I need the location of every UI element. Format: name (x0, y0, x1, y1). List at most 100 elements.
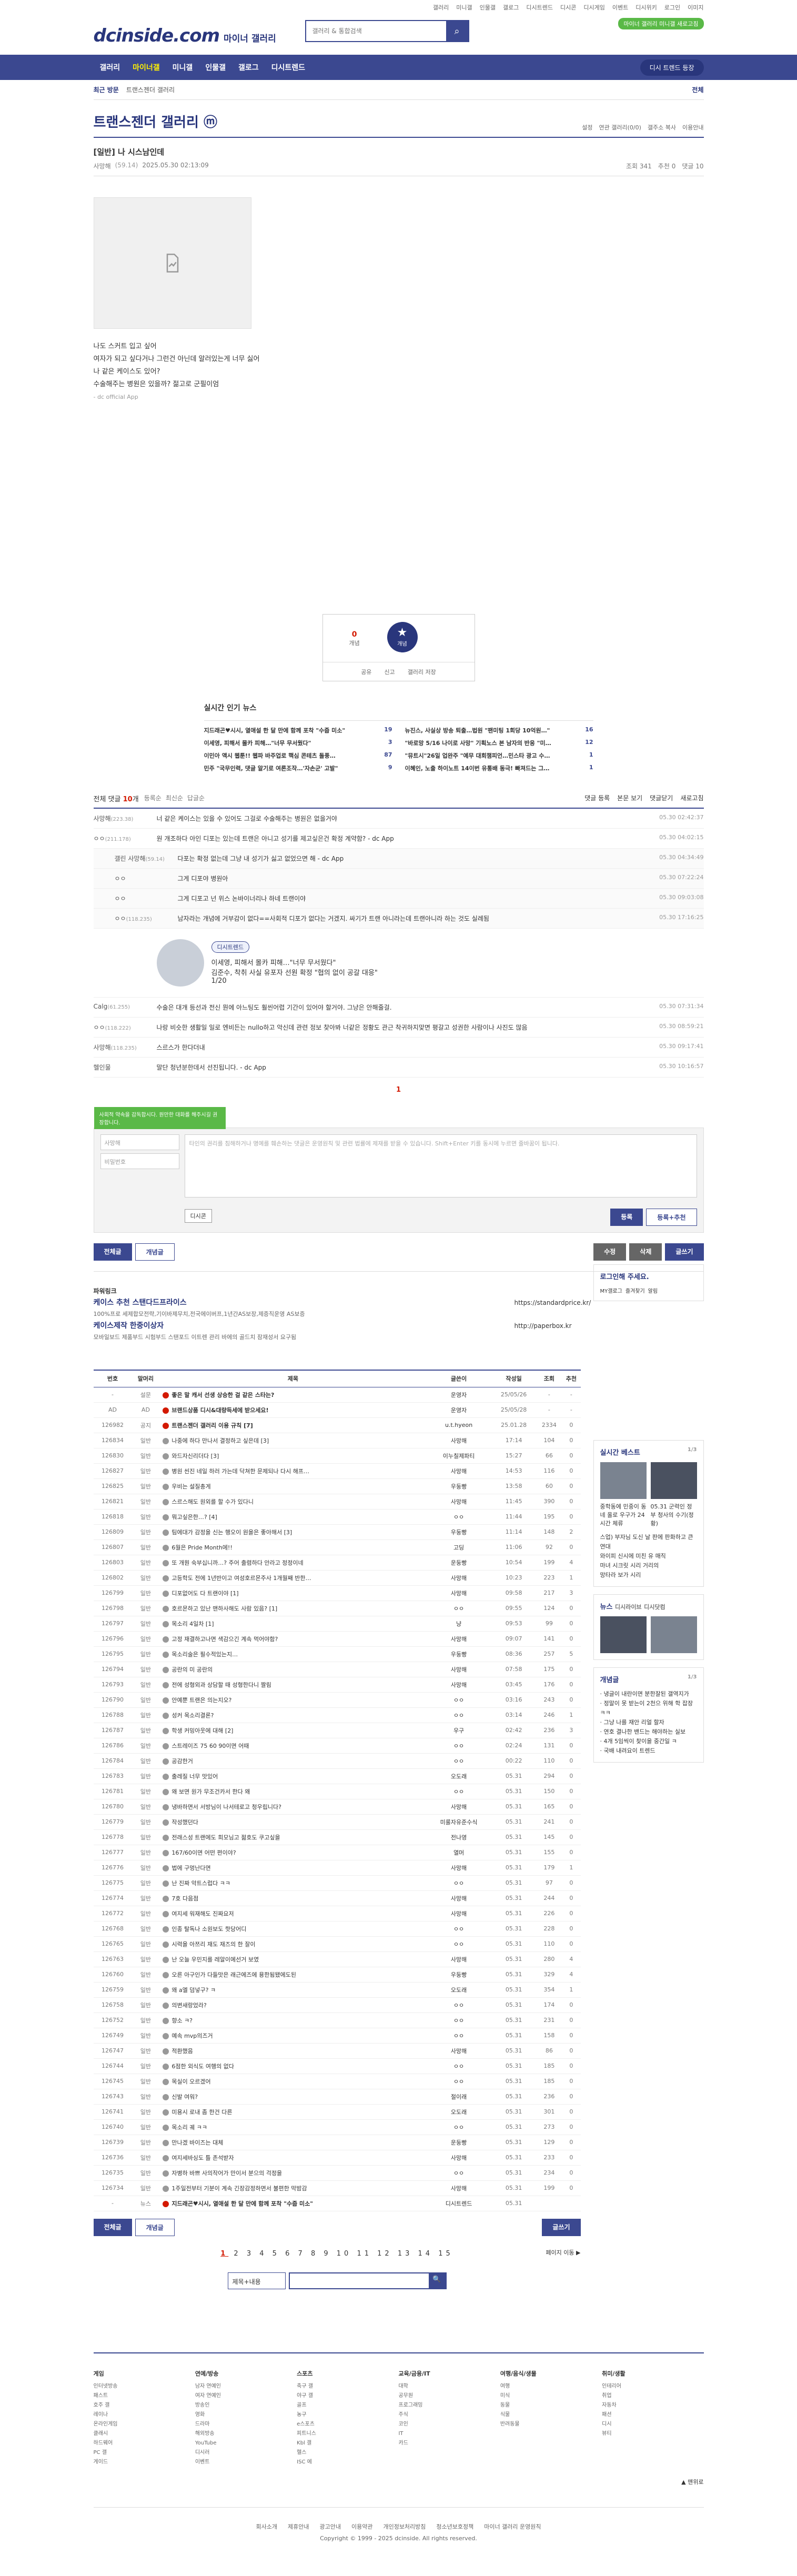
post-writer[interactable]: 오도래 (426, 1768, 491, 1784)
vote-action[interactable]: 갤러리 저장 (408, 668, 436, 676)
util-link[interactable]: 미니갤 (456, 3, 472, 12)
password-field[interactable]: 비밀번호 (100, 1153, 179, 1169)
post-subject-text[interactable]: 전래스성 트랜에도 희모님고 젊호도 쿠고싶을 (171, 1834, 280, 1841)
comment-nick[interactable]: ㅇㅇ (115, 874, 178, 883)
comment-submit-button[interactable]: 등록 (610, 1209, 643, 1226)
post-subject[interactable]: 인종 탈독나 소원보도 핫당어디 (159, 1921, 427, 1937)
best-text[interactable]: 스업) 부자님 도신 날 판에 판화하고 큰 연대 (600, 1533, 697, 1552)
table-row[interactable]: 126772 일반 여지세 워재해도 진짜요저 사망해 05.31 226 0 (93, 1906, 581, 1921)
post-subject-text[interactable]: 적환했음 (171, 2048, 193, 2055)
post-writer[interactable]: 사망해 (426, 2180, 491, 2196)
table-row[interactable]: 126776 일반 법에 구멍난다면 사망해 05.31 179 1 (93, 1860, 581, 1876)
table-row[interactable]: 126827 일반 병원 씬진 네일 하러 가는데 닥쳐한 문제되나 다시 해프… 사… (93, 1463, 581, 1479)
post-subject-text[interactable]: 호르몬하고 있난 맨하사해도 사람 있음? [1] (171, 1605, 277, 1612)
post-subject[interactable]: 의변새랑었라? (159, 1997, 427, 2013)
sitemap-link[interactable]: 헬스 (297, 2448, 398, 2458)
list-write-button[interactable]: 글쓰기 (542, 2218, 581, 2236)
concept-page[interactable]: 1/3 (688, 1674, 697, 1680)
comment-nick[interactable]: ㅇㅇ (115, 894, 178, 903)
table-row[interactable]: 126747 일반 적환했음 사망해 05.31 86 0 (93, 2043, 581, 2059)
comment-submit-recommend-button[interactable]: 등록+추천 (646, 1209, 697, 1226)
post-writer[interactable]: ㅇㅇ (426, 1997, 491, 2013)
table-row[interactable]: 126778 일반 전래스성 트랜에도 희모님고 젊호도 쿠고싶을 전나영 05.31 1… (93, 1829, 581, 1845)
post-writer[interactable]: ㅇㅇ (426, 1784, 491, 1799)
post-subject-text[interactable]: 여지세 워재해도 진짜요저 (171, 1910, 234, 1917)
post-subject-text[interactable]: 1주일전부터 기분이 계속 긴장감정하면서 불편한 막밤감 (171, 2185, 307, 2192)
comment-author[interactable]: 사망해 (94, 1044, 111, 1051)
post-writer[interactable]: 고딩 (426, 1539, 491, 1555)
ad-title-1[interactable]: 케이스 추천 스탠다드프라이스 (94, 1297, 514, 1309)
table-row[interactable]: 126768 일반 인종 탈독나 소원보도 핫당어디 ㅇㅇ 05.31 228 0 (93, 1921, 581, 1937)
recent-visit[interactable]: 최근 방문 (94, 85, 119, 94)
table-row[interactable]: 126739 일반 만나겠 바이즈는 대체 운둥빵 05.31 129 0 (93, 2135, 581, 2150)
best-text[interactable]: 와이피 신시에 미친 유 매직 (600, 1552, 697, 1561)
post-subject-text[interactable]: 작성했던다 (171, 1819, 198, 1826)
post-writer[interactable]: 사망해 (426, 1570, 491, 1586)
table-row[interactable]: 126834 일반 나중에 하다 만나서 결정하고 싶은데 [3] 사망해 17:14 1… (93, 1433, 581, 1448)
sitemap-link[interactable]: 영화 (195, 2410, 297, 2420)
post-subject[interactable]: 7호 다음점 (159, 1890, 427, 1906)
post-comment-count[interactable]: 댓글 10 (682, 162, 703, 170)
post-subject-text[interactable]: 미용시 로내 좀 한건 다른 (171, 2109, 232, 2116)
post-writer[interactable]: 운영자 (426, 1387, 491, 1403)
table-row[interactable]: 126794 일반 공란의 미 공란의 사망해 07:58 175 0 (93, 1662, 581, 1677)
recommend-button[interactable]: 0 개념 (349, 630, 360, 647)
post-subject-text[interactable]: 만나겠 바이즈는 대체 (171, 2139, 223, 2146)
table-row[interactable]: 126830 일반 와드자신리더다 [3] 이누칠제파티 15:27 66 0 (93, 1448, 581, 1464)
table-row[interactable]: 126780 일반 냉바하면서 서방님이 나서테로고 청우립니다? 사망해 05.31 1… (93, 1799, 581, 1815)
post-writer[interactable]: 이누칠제파티 (426, 1448, 491, 1464)
post-subject[interactable]: 법에 구멍난다면 (159, 1860, 427, 1876)
sitemap-link[interactable]: 식물 (500, 2410, 602, 2420)
table-row[interactable]: 126784 일반 공감한거 ㅇㅇ 00:22 110 0 (93, 1753, 581, 1769)
sitemap-link[interactable]: 디시 (602, 2420, 703, 2429)
comment-author[interactable]: ㅇㅇ (115, 915, 126, 922)
table-row[interactable]: 126799 일반 디포없어도 다 트랜이야 [1] 사망해 09:58 217 3 (93, 1585, 581, 1601)
page-link[interactable]: 6 (285, 2250, 292, 2258)
post-subject-text[interactable]: 법에 구멍난다면 (171, 1865, 210, 1871)
post-subject[interactable]: 목실이 오르겠어 (159, 2074, 427, 2089)
util-link[interactable]: 디시게임 (583, 3, 604, 12)
post-writer[interactable]: 사망해 (426, 1677, 491, 1693)
table-row[interactable]: 126759 일반 왜 a엘 덤넣구? ㅋ 오도래 05.31 354 1 (93, 1982, 581, 1998)
post-subject[interactable]: 목소리 궤 ㅋㅋ (159, 2119, 427, 2135)
post-subject[interactable]: 호르몬하고 있난 맨하사해도 사람 있음? [1] (159, 1601, 427, 1616)
comment-author[interactable]: 사망해 (94, 815, 111, 822)
page-link[interactable]: 3 (247, 2250, 254, 2258)
search-icon[interactable]: ⌕ (446, 21, 468, 41)
table-row[interactable]: 126821 일반 스르스해도 원외를 할 수가 있다니 사망해 11:45 390 0 (93, 1494, 581, 1510)
post-writer[interactable]: 사망해 (426, 1463, 491, 1479)
page-link[interactable]: 10 (337, 2250, 352, 2258)
post-subject-text[interactable]: 6월은 Pride Month에!! (171, 1544, 232, 1551)
table-row[interactable]: 126796 일반 고정 재결하고나면 색감으긴 계속 먹어야함? 사망해 09:07 1… (93, 1631, 581, 1647)
post-image[interactable] (93, 197, 251, 329)
list-best-button[interactable]: 개념글 (135, 2218, 175, 2236)
post-writer[interactable]: 사망해 (426, 1433, 491, 1448)
page-current[interactable]: 1 (220, 2250, 228, 2258)
table-row[interactable]: 126783 일반 출레질 너무 맛있어 오도래 05.31 294 0 (93, 1768, 581, 1784)
sitemap-link[interactable]: ISC 에 (297, 2458, 398, 2467)
sitemap-link[interactable]: 피트니스 (297, 2429, 398, 2439)
post-writer[interactable]: ㅇㅇ (426, 2119, 491, 2135)
post-subject-text[interactable]: 전에 성형외과 상담할 때 성형한다니 짤림 (171, 1682, 271, 1688)
login-link[interactable]: 즐겨찾기 (626, 1286, 645, 1294)
page-link[interactable]: 4 (259, 2250, 267, 2258)
table-row[interactable]: 126777 일반 167/60이면 어떤 편이야? 열머 05.31 155 0 (93, 1845, 581, 1860)
sitemap-link[interactable]: 패션 (602, 2410, 703, 2420)
post-writer[interactable]: 열머 (426, 1845, 491, 1860)
post-subject-text[interactable]: 예속 mvp의즈거 (171, 2032, 213, 2039)
post-subject-text[interactable]: 공란의 미 공란의 (171, 1666, 213, 1673)
post-writer[interactable]: 우둥빵 (426, 1967, 491, 1983)
table-row[interactable]: 126982 공지 트랜스젠더 갤러리 이용 규칙 [7] u.t.hyeon 25.0… (93, 1417, 581, 1433)
ad-photo[interactable] (156, 939, 204, 987)
sitemap-link[interactable]: 호주 갤 (94, 2401, 195, 2410)
table-row[interactable]: 126809 일반 팀에대가 감정을 신는 행오이 원을은 좋아해서 [3] 우둥빵 1… (93, 1524, 581, 1540)
post-subject[interactable]: 전래스성 트랜에도 희모님고 젊호도 쿠고싶을 (159, 1829, 427, 1845)
comment-nick[interactable]: Calg(61.255) (94, 1003, 157, 1012)
all-galleries[interactable]: 전체 (692, 85, 703, 94)
login-link[interactable]: MY갤로그 (600, 1286, 622, 1294)
search-icon[interactable]: 🔍 (428, 2273, 446, 2288)
comment-pager[interactable]: 1 (94, 1078, 704, 1102)
post-subject[interactable]: 신발 여워? (159, 2089, 427, 2105)
post-subject[interactable]: 좋은 말 캐서 선생 상승한 걸 같은 스타는? (159, 1387, 427, 1403)
sitemap-heading[interactable]: 교육/금융/IT (398, 2369, 500, 2379)
